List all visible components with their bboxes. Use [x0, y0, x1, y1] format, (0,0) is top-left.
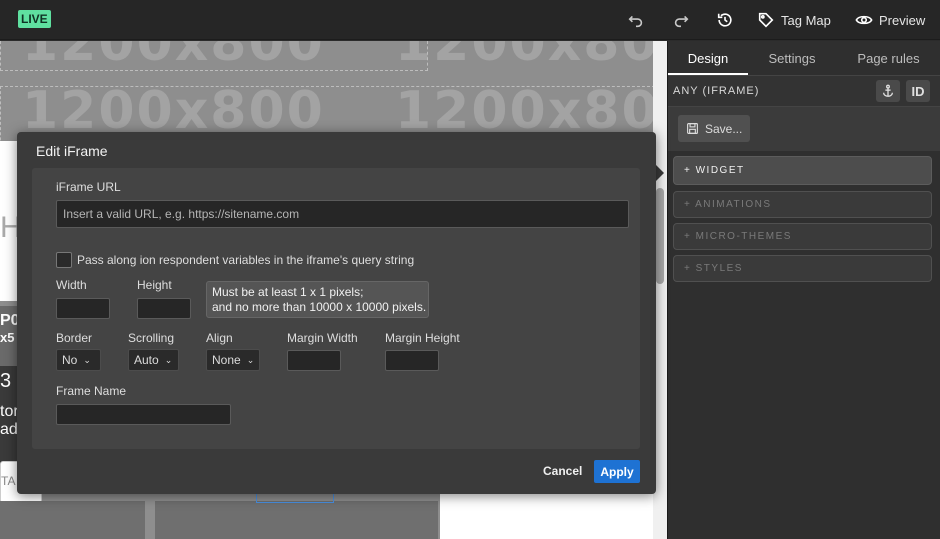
pass-variables-label: Pass along ion respondent variables in t…: [77, 253, 415, 267]
width-input[interactable]: [56, 298, 110, 319]
height-input[interactable]: [137, 298, 191, 319]
live-badge: LIVE: [18, 10, 51, 28]
save-button[interactable]: Save...: [678, 115, 751, 142]
align-value: None: [212, 353, 241, 367]
selection-row: ANY (IFRAME) ID: [668, 75, 940, 107]
size-hint-tooltip: Must be at least 1 x 1 pixels; and no mo…: [206, 281, 429, 318]
border-value: No: [62, 353, 78, 367]
modal-pointer: [656, 165, 664, 181]
height-label: Height: [137, 278, 172, 292]
margin-height-label: Margin Height: [385, 331, 460, 345]
chevron-down-icon: ⌄: [164, 354, 173, 365]
dialog-body: iFrame URL Insert a valid URL, e.g. http…: [32, 168, 640, 449]
design-panel: Design Settings Page rules ANY (IFRAME) …: [667, 41, 940, 539]
content-block: [155, 501, 438, 539]
tab-design[interactable]: Design: [668, 41, 748, 75]
size-hint-line1: Must be at least 1 x 1 pixels;: [212, 285, 364, 299]
floppy-disk-icon: [687, 123, 698, 134]
border-select[interactable]: No ⌄: [56, 349, 101, 371]
anchor-button[interactable]: [876, 80, 900, 102]
tag-map-label: Tag Map: [781, 12, 831, 28]
scrolling-value: Auto: [134, 353, 159, 367]
history-icon[interactable]: [715, 10, 735, 30]
size-hint-line2: and no more than 10000 x 10000 pixels.: [212, 300, 427, 314]
scrolling-label: Scrolling: [128, 331, 175, 345]
frame-name-input[interactable]: [56, 404, 231, 425]
accordion-widget[interactable]: + WIDGET: [673, 156, 932, 185]
panel-tabs: Design Settings Page rules: [668, 41, 940, 75]
preview-label: Preview: [879, 12, 926, 28]
pass-variables-checkbox[interactable]: [56, 252, 72, 268]
save-area: Save...: [668, 107, 940, 151]
scrolling-select[interactable]: Auto ⌄: [128, 349, 179, 371]
iframe-url-input[interactable]: Insert a valid URL, e.g. https://sitenam…: [56, 200, 629, 228]
tag-icon: [758, 12, 774, 28]
id-button[interactable]: ID: [906, 80, 930, 102]
accordion-micro-themes[interactable]: + MICRO-THEMES: [673, 223, 932, 250]
margin-width-input[interactable]: [287, 350, 341, 371]
iframe-url-label: iFrame URL: [56, 180, 121, 194]
top-bar: LIVE Tag Map Preview: [0, 0, 940, 40]
anchor-icon: [882, 84, 894, 97]
preview-button[interactable]: Preview: [855, 10, 925, 30]
tab-settings[interactable]: Settings: [748, 41, 836, 75]
selection-label: ANY (IFRAME): [673, 85, 760, 97]
border-label: Border: [56, 331, 93, 345]
margin-height-input[interactable]: [385, 350, 439, 371]
edit-iframe-dialog: Edit iFrame iFrame URL Insert a valid UR…: [17, 132, 656, 494]
frame-name-label: Frame Name: [56, 384, 127, 398]
chevron-down-icon: ⌄: [83, 354, 91, 365]
canvas-scrollbar-thumb[interactable]: [656, 188, 664, 284]
align-label: Align: [206, 331, 233, 345]
eye-icon: [855, 15, 873, 25]
cancel-button[interactable]: Cancel: [543, 464, 582, 478]
accordion-styles[interactable]: + STYLES: [673, 255, 932, 282]
accordion-animations[interactable]: + ANIMATIONS: [673, 191, 932, 218]
dialog-title: Edit iFrame: [36, 143, 108, 159]
width-label: Width: [56, 278, 87, 292]
align-select[interactable]: None ⌄: [206, 349, 260, 371]
apply-button[interactable]: Apply: [594, 460, 640, 483]
tab-page-rules[interactable]: Page rules: [836, 41, 940, 75]
save-label: Save...: [705, 121, 743, 136]
image-placeholder-text: 1200x80: [395, 41, 653, 73]
redo-icon[interactable]: [671, 10, 691, 30]
content-block: [0, 501, 145, 539]
chevron-down-icon: ⌄: [246, 354, 255, 365]
undo-icon[interactable]: [626, 10, 646, 30]
tag-map-button[interactable]: Tag Map: [757, 10, 831, 30]
placeholder-frame: [0, 41, 428, 71]
margin-width-label: Margin Width: [287, 331, 358, 345]
